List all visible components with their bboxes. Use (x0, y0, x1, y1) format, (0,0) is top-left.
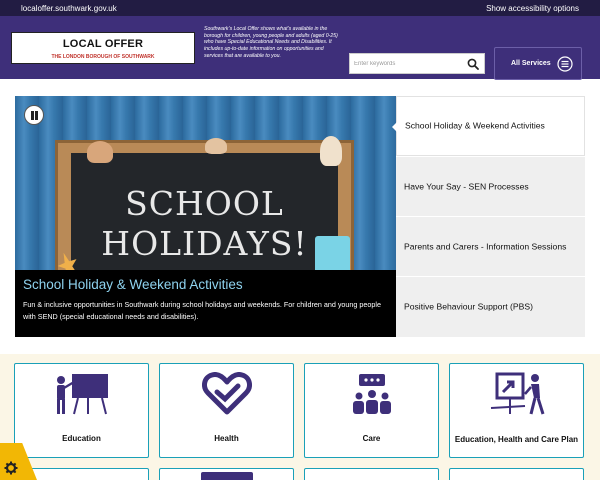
chalk-text-line2: HOLIDAYS! (101, 224, 308, 263)
carousel-tab-label: School Holiday & Weekend Activities (405, 120, 545, 131)
header-intro-text: Southwark’s Local Offer shows what’s ava… (204, 26, 338, 59)
services-section: Education Health Care Education, Health … (0, 354, 600, 480)
service-card-row2[interactable] (159, 468, 294, 480)
hero-description: Fun & inclusive opportunities in Southwa… (23, 300, 381, 321)
service-card-label: Education, Health and Care Plan (454, 435, 579, 444)
teacher-board-icon (56, 374, 108, 415)
pause-icon[interactable] (24, 105, 44, 125)
accessibility-options-link[interactable]: Show accessibility options (486, 4, 579, 13)
service-card-row2[interactable] (449, 468, 584, 480)
service-card-health[interactable]: Health (159, 363, 294, 458)
top-bar: localoffer.southwark.gov.uk Show accessi… (0, 0, 600, 16)
service-card-label: Education (62, 434, 101, 443)
carousel-tab-school-holiday[interactable]: School Holiday & Weekend Activities (392, 96, 585, 156)
seashell-image (87, 141, 113, 163)
all-services-button[interactable]: All Services (494, 47, 582, 80)
service-card-ehc-plan[interactable]: Education, Health and Care Plan (449, 363, 584, 458)
search-icon[interactable] (467, 58, 479, 70)
carousel-tab-pbs[interactable]: Positive Behaviour Support (PBS) (396, 276, 585, 337)
carousel-tab-label: Positive Behaviour Support (PBS) (404, 301, 533, 312)
logo-subtitle: THE LONDON BOROUGH OF SOUTHWARK (51, 54, 155, 60)
people-chat-icon (352, 374, 391, 414)
logo-title: LOCAL OFFER (62, 38, 144, 50)
service-card-row2[interactable] (304, 468, 439, 480)
chalk-text-line1: SCHOOL (125, 184, 284, 223)
site-header: LOCAL OFFER THE LONDON BOROUGH OF SOUTHW… (0, 16, 600, 80)
seashell-image (320, 136, 342, 166)
hero-carousel[interactable]: SCHOOL HOLIDAYS! School Holiday & Weeken… (15, 96, 396, 337)
carousel-tab-have-your-say[interactable]: Have Your Say - SEN Processes (396, 156, 585, 216)
heart-icon (201, 372, 252, 415)
hamburger-circle-icon (557, 56, 573, 72)
service-card-education[interactable]: Education (14, 363, 149, 458)
service-card-care[interactable]: Care (304, 363, 439, 458)
service-card-icon-peek (200, 472, 253, 480)
seashell-image (205, 138, 227, 154)
search-input[interactable] (354, 57, 462, 71)
carousel-tabs: School Holiday & Weekend Activities Have… (392, 96, 585, 337)
hero-title-link[interactable]: School Holiday & Weekend Activities (23, 277, 243, 292)
service-card-label: Health (214, 434, 239, 443)
hero-caption: School Holiday & Weekend Activities Fun … (15, 270, 396, 337)
presentation-walker-icon (490, 372, 544, 415)
local-offer-logo[interactable]: LOCAL OFFER THE LONDON BOROUGH OF SOUTHW… (11, 32, 195, 64)
carousel-tab-label: Parents and Carers - Information Session… (404, 241, 567, 251)
search-box (349, 53, 485, 74)
site-url-link[interactable]: localoffer.southwark.gov.uk (21, 4, 117, 13)
carousel-tab-parents-carers[interactable]: Parents and Carers - Information Session… (396, 216, 585, 276)
all-services-label: All Services (511, 60, 551, 67)
gear-icon (4, 461, 18, 475)
service-card-label: Care (362, 434, 381, 443)
carousel-tab-label: Have Your Say - SEN Processes (404, 181, 529, 191)
